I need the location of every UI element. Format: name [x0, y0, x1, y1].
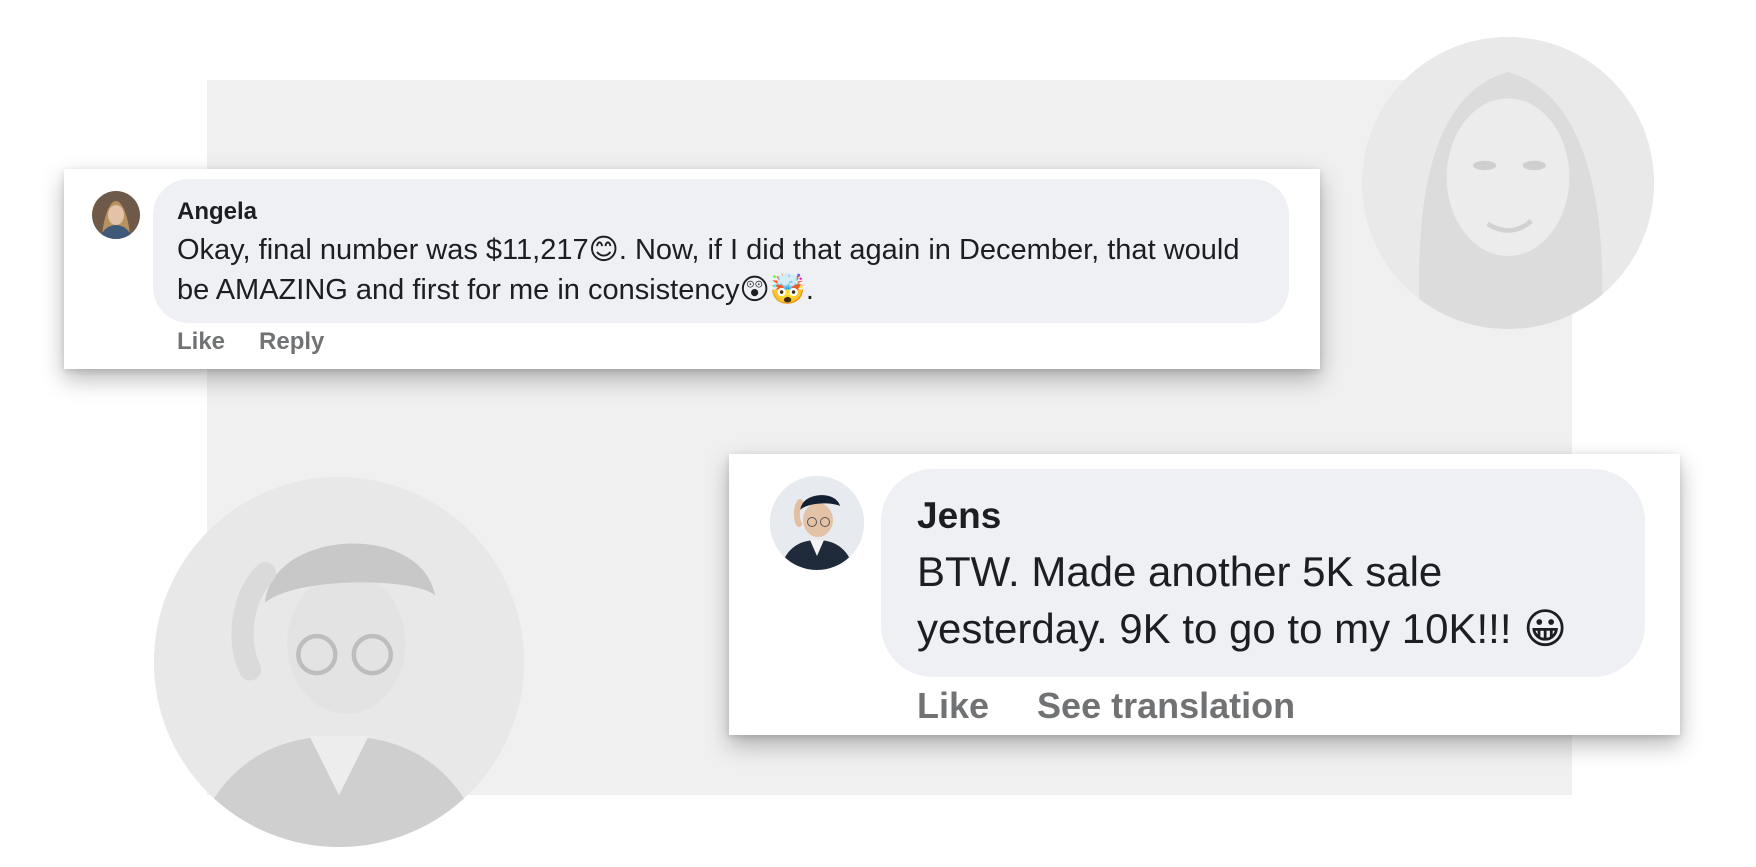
- comment-text: BTW. Made another 5K sale yesterday. 9K …: [917, 548, 1567, 652]
- avatar[interactable]: [92, 191, 140, 239]
- see-translation-button[interactable]: See translation: [1037, 685, 1295, 727]
- like-button[interactable]: Like: [917, 685, 989, 727]
- comment-text: Okay, final number was $11,217😊. Now, if…: [177, 234, 1240, 306]
- background-man-portrait: [154, 477, 524, 847]
- comment-actions: Like See translation: [917, 685, 1295, 727]
- comment-card-jens: Jens BTW. Made another 5K sale yesterday…: [729, 454, 1680, 735]
- avatar-woman-icon: [92, 191, 140, 239]
- comment-author[interactable]: Jens: [917, 495, 1001, 537]
- comment-author[interactable]: Angela: [177, 198, 257, 226]
- comment-actions: Like Reply: [177, 328, 324, 356]
- avatar[interactable]: [770, 476, 864, 570]
- like-button[interactable]: Like: [177, 328, 225, 356]
- comment-bubble: Jens BTW. Made another 5K sale yesterday…: [881, 469, 1645, 677]
- avatar-man-icon: [770, 476, 864, 570]
- comment-card-angela: Angela Okay, final number was $11,217😊. …: [64, 169, 1320, 369]
- background-woman-portrait: [1362, 37, 1654, 329]
- comment-bubble: Angela Okay, final number was $11,217😊. …: [153, 179, 1289, 323]
- reply-button[interactable]: Reply: [259, 328, 324, 356]
